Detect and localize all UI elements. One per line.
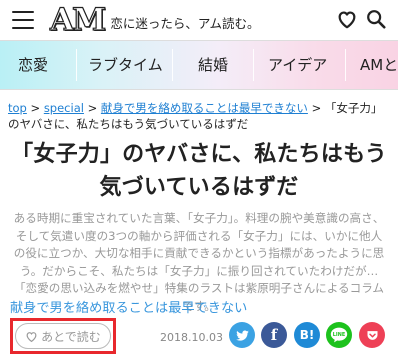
nav-item-marriage[interactable]: 結婚 — [198, 41, 228, 89]
nav-item-idea[interactable]: アイデア — [268, 41, 327, 89]
twitter-share-button[interactable] — [229, 322, 255, 348]
breadcrumb-separator: > — [87, 101, 98, 115]
hatena-icon: B! — [299, 328, 315, 342]
breadcrumb-separator: > — [311, 101, 322, 115]
nav-item-lovetime[interactable]: ラブタイム — [88, 41, 163, 89]
category-nav: 恋愛 ラブタイム 結婚 アイデア AMと — [0, 40, 398, 90]
search-icon[interactable] — [365, 8, 387, 30]
nav-divider — [172, 49, 173, 81]
site-logo[interactable]: AM 恋に迷ったら、アム読む。 — [49, 3, 260, 37]
article-title-line: 気づいているはずだ — [99, 175, 299, 200]
site-header: AM 恋に迷ったら、アム読む。 — [0, 0, 398, 40]
heart-icon[interactable] — [336, 8, 358, 30]
facebook-icon: f — [270, 326, 278, 344]
nav-item-love[interactable]: 恋愛 — [18, 41, 48, 89]
breadcrumb-special-link[interactable]: special — [44, 101, 84, 115]
pocket-icon — [367, 330, 377, 340]
read-later-highlight: あとで読む — [10, 318, 116, 354]
pocket-save-button[interactable] — [359, 322, 385, 348]
publish-date: 2018.10.03 — [160, 331, 223, 344]
breadcrumb: top > special > 献身で男を絡め取ることは最早できない > 「女子… — [8, 100, 388, 132]
line-icon: LINE — [330, 327, 348, 343]
nav-divider — [76, 49, 77, 81]
heart-outline-icon — [26, 331, 37, 342]
logo-mark[interactable]: AM — [49, 3, 107, 35]
hatena-bookmark-button[interactable]: B! — [294, 322, 320, 348]
article-title-line: 「女子力」のヤバさに、私たちはもう — [11, 142, 387, 167]
breadcrumb-separator: > — [30, 101, 41, 115]
line-share-button[interactable]: LINE — [326, 322, 352, 348]
nav-divider — [253, 49, 254, 81]
menu-icon[interactable] — [12, 11, 34, 29]
breadcrumb-series-link[interactable]: 献身で男を絡め取ることは最早できない — [101, 101, 308, 115]
line-glyph: LINE — [333, 332, 345, 338]
site-tagline: 恋に迷ったら、アム読む。 — [110, 15, 260, 31]
article-title: 「女子力」のヤバさに、私たちはもう 気づいているはずだ — [0, 138, 398, 204]
nav-item-about-am[interactable]: AMと — [360, 41, 398, 89]
series-link[interactable]: 献身で男を絡め取ることは最早できない — [10, 297, 390, 316]
breadcrumb-top-link[interactable]: top — [8, 101, 27, 115]
read-later-button[interactable]: あとで読む — [15, 323, 111, 349]
nav-divider — [345, 49, 346, 81]
facebook-share-button[interactable]: f — [261, 322, 287, 348]
twitter-icon — [235, 329, 249, 341]
read-later-label: あとで読む — [41, 329, 101, 344]
